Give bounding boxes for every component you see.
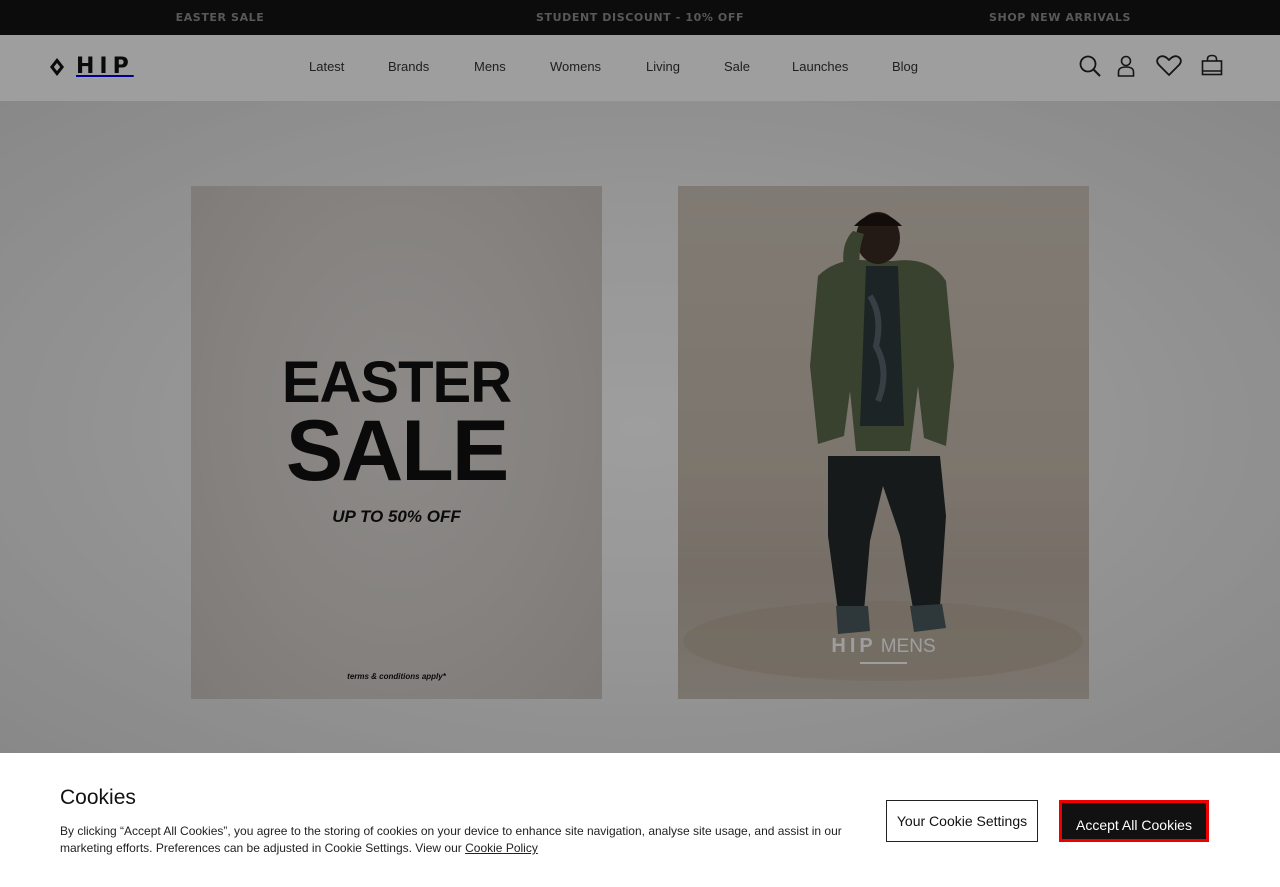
cookie-policy-link[interactable]: Cookie Policy <box>465 841 538 855</box>
accept-all-cookies-button[interactable]: Accept All Cookies <box>1059 800 1209 842</box>
cookie-title: Cookies <box>60 786 136 809</box>
cookie-banner: Cookies By clicking “Accept All Cookies”… <box>0 753 1280 887</box>
cookie-settings-button[interactable]: Your Cookie Settings <box>886 800 1038 842</box>
cookie-body: By clicking “Accept All Cookies”, you ag… <box>60 823 860 857</box>
modal-overlay <box>0 0 1280 753</box>
cookie-body-text: By clicking “Accept All Cookies”, you ag… <box>60 824 842 855</box>
